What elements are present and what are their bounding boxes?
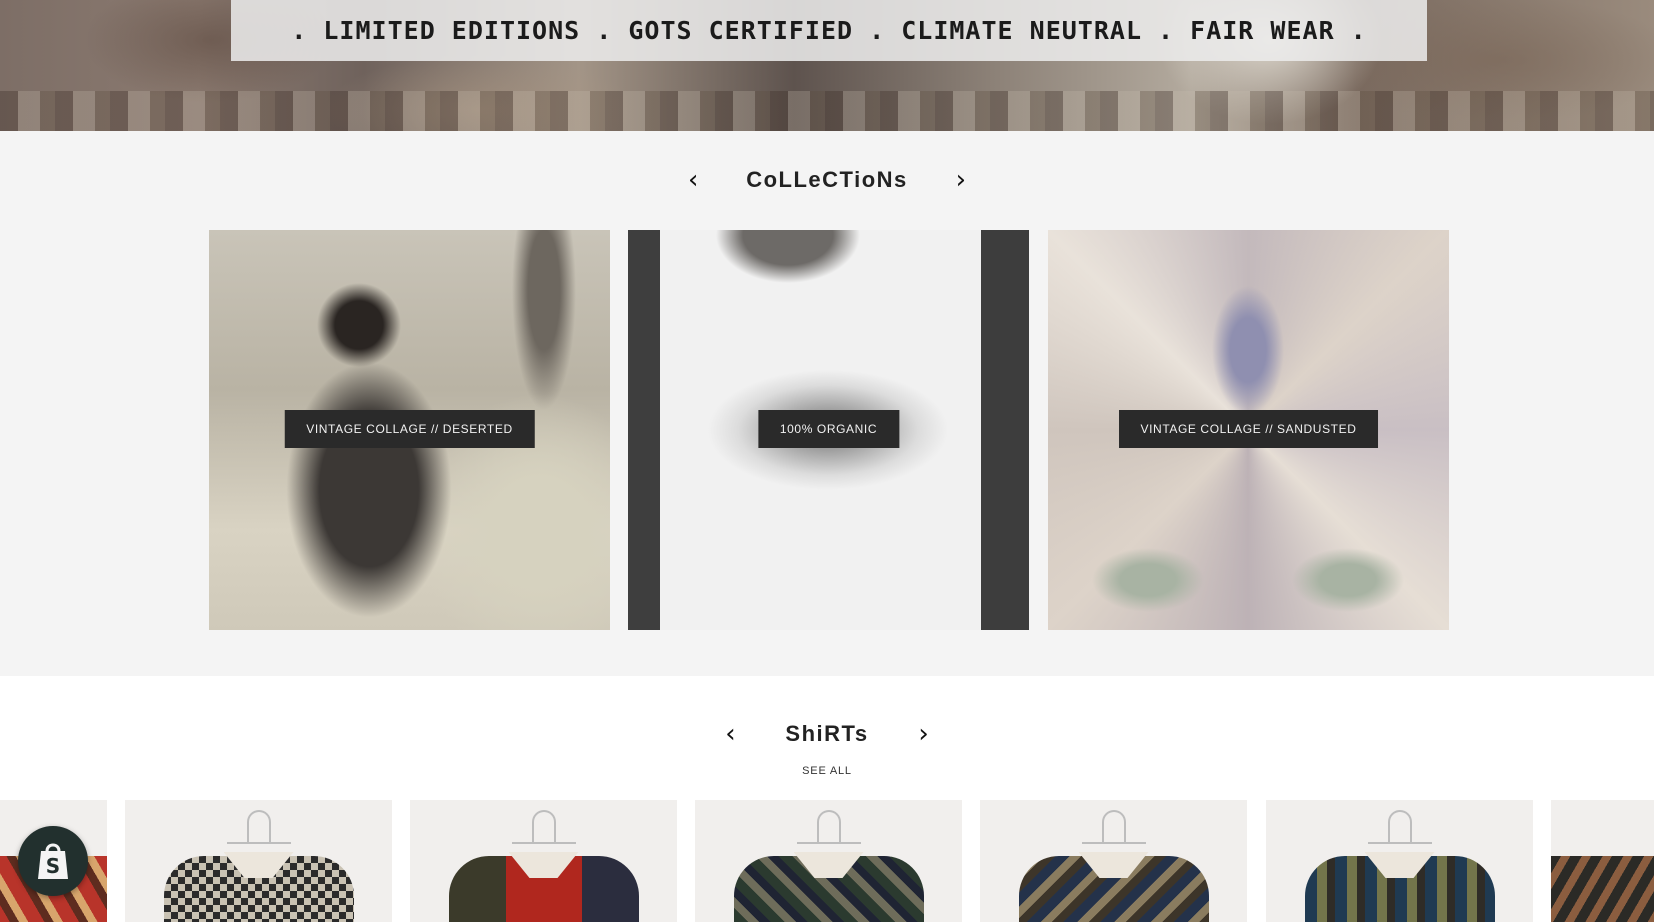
collection-label: VINTAGE COLLAGE // DESERTED — [284, 410, 535, 448]
hanger-image — [1367, 810, 1432, 844]
shopify-bag-icon[interactable]: S — [18, 826, 88, 896]
chevron-right-icon[interactable]: › — [909, 721, 939, 747]
product-card[interactable] — [410, 800, 677, 922]
chevron-right-icon[interactable]: › — [946, 167, 976, 193]
see-all-link[interactable]: SEE ALL — [0, 765, 1654, 777]
shirts-header: ‹ ShiRTs › — [0, 721, 1654, 747]
collection-label: VINTAGE COLLAGE // SANDUSTED — [1118, 410, 1379, 448]
collection-label: 100% ORGANIC — [757, 410, 900, 448]
hanger-image — [226, 810, 291, 844]
shirt-image — [1551, 856, 1654, 922]
svg-text:S: S — [46, 854, 60, 878]
shirts-title: ShiRTs — [785, 721, 869, 746]
product-card[interactable] — [1551, 800, 1654, 922]
collection-tile-deserted[interactable]: VINTAGE COLLAGE // DESERTED — [209, 230, 610, 630]
hanger-image — [511, 810, 576, 844]
hero-tagline: . LIMITED EDITIONS . GOTS CERTIFIED . CL… — [231, 0, 1427, 61]
chevron-left-icon[interactable]: ‹ — [715, 721, 745, 747]
shopify-bag-glyph: S — [38, 843, 68, 879]
collection-tile-organic[interactable]: 100% ORGANIC — [628, 230, 1029, 630]
chevron-left-icon[interactable]: ‹ — [678, 167, 708, 193]
collections-header: ‹ CoLLeCTioNs › — [0, 167, 1654, 193]
shirts-section: ‹ ShiRTs › SEE ALL — [0, 676, 1654, 922]
product-card[interactable] — [1266, 800, 1533, 922]
product-card[interactable] — [125, 800, 392, 922]
hanger-image — [1081, 810, 1146, 844]
collection-tile-sandusted[interactable]: VINTAGE COLLAGE // SANDUSTED — [1048, 230, 1449, 630]
product-card[interactable] — [980, 800, 1247, 922]
hero-banner-image: . LIMITED EDITIONS . GOTS CERTIFIED . CL… — [0, 0, 1654, 131]
hero-photo-detail — [0, 91, 1654, 131]
collections-title: CoLLeCTioNs — [746, 167, 908, 192]
hanger-image — [796, 810, 861, 844]
product-card[interactable] — [695, 800, 962, 922]
collections-section: ‹ CoLLeCTioNs › VINTAGE COLLAGE // DESER… — [0, 131, 1654, 676]
